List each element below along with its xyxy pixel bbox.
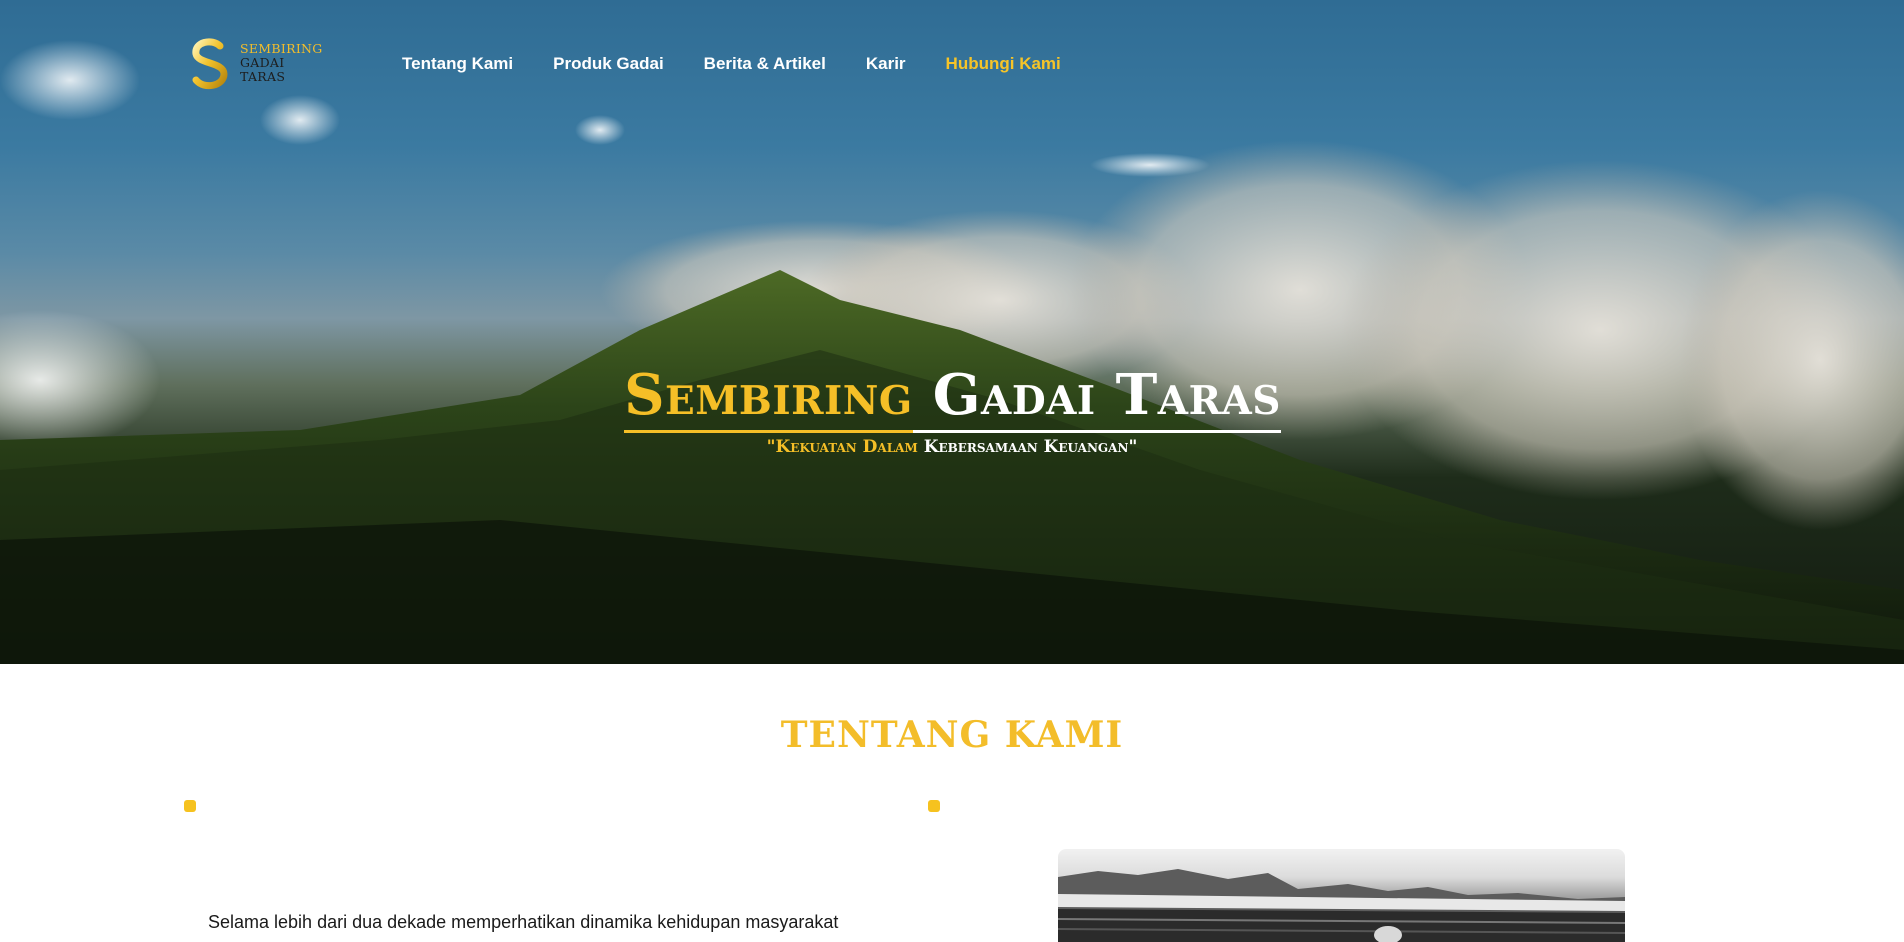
about-paragraph: Selama lebih dari dua dekade memperhatik… <box>208 912 839 932</box>
brand-line-2: GADAI <box>240 55 285 70</box>
hero-tagline-white: Kebersamaan Keuangan" <box>923 437 1138 457</box>
nav-item-hubungi-kami[interactable]: Hubungi Kami <box>946 54 1061 74</box>
nav-item-berita-artikel[interactable]: Berita & Artikel <box>704 54 826 74</box>
decorative-dot <box>184 800 196 812</box>
nav-item-karir[interactable]: Karir <box>866 54 906 74</box>
nav-item-produk-gadai[interactable]: Produk Gadai <box>553 54 664 74</box>
nav-item-tentang-kami[interactable]: Tentang Kami <box>402 54 513 74</box>
about-heading: TENTANG KAMI <box>780 714 1124 756</box>
hero-title: Sembiring Gadai Taras <box>585 362 1320 433</box>
hero-title-gold: Sembiring <box>624 362 913 433</box>
hero-title-white-space <box>912 362 933 433</box>
brand-logo[interactable]: SEMBIRING GADAI TARAS <box>190 38 330 90</box>
about-photo <box>1058 849 1625 942</box>
brand-line-3: TARAS <box>240 69 286 84</box>
brand-s-icon <box>192 38 228 90</box>
about-photo-image <box>1058 869 1625 942</box>
brand-line-1: SEMBIRING <box>240 41 323 56</box>
hero-banner: SEMBIRING GADAI TARAS Tentang Kami Produ… <box>0 0 1904 664</box>
hero-tagline: "Kekuatan Dalam Kebersamaan Keuangan" <box>660 437 1244 457</box>
main-menu: Tentang Kami Produk Gadai Berita & Artik… <box>402 54 1101 74</box>
hero-tagline-gold: "Kekuatan Dalam <box>766 437 918 457</box>
hero-title-white: Gadai Taras <box>932 362 1281 433</box>
top-navigation: SEMBIRING GADAI TARAS Tentang Kami Produ… <box>0 0 1904 130</box>
decorative-dot <box>928 800 940 812</box>
